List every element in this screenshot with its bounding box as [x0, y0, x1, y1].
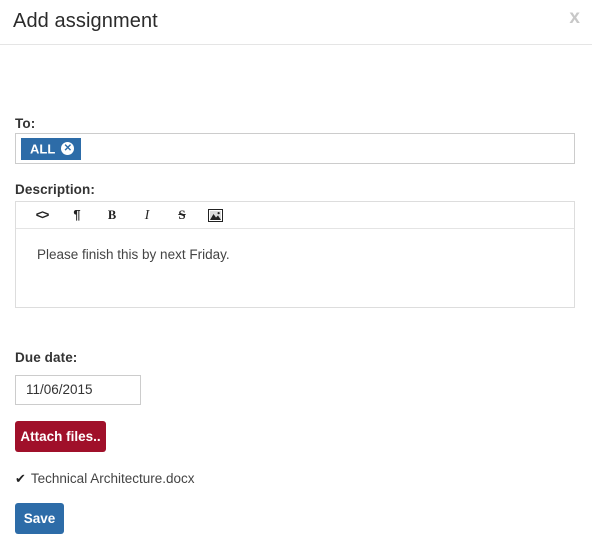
save-button[interactable]: Save — [15, 503, 64, 534]
to-label: To: — [15, 116, 36, 131]
description-input[interactable]: Please finish this by next Friday. — [16, 229, 574, 308]
code-icon[interactable]: <> — [29, 202, 55, 228]
recipient-tag-all[interactable]: ALL ✕ — [21, 138, 82, 160]
image-icon[interactable] — [202, 202, 228, 228]
attached-file-name: Technical Architecture.docx — [30, 471, 195, 486]
attach-files-button[interactable]: Attach files.. — [15, 421, 106, 452]
description-editor: <> ¶ B I S Please finish this by next Fr… — [15, 201, 575, 308]
page-title: Add assignment — [13, 10, 158, 32]
recipient-tag-label: ALL — [30, 141, 56, 157]
strikethrough-icon[interactable]: S — [169, 202, 195, 228]
attached-file-item[interactable]: ✔ Technical Architecture.docx — [15, 470, 195, 488]
description-label: Description: — [15, 182, 95, 197]
due-date-label: Due date: — [15, 350, 78, 365]
italic-icon[interactable]: I — [134, 202, 160, 228]
add-assignment-dialog: Add assignment x To: ALL ✕ Description: <… — [0, 0, 592, 534]
check-icon: ✔ — [15, 471, 26, 486]
editor-toolbar: <> ¶ B I S — [16, 202, 574, 229]
close-icon[interactable]: x — [569, 8, 580, 28]
bold-icon[interactable]: B — [99, 202, 125, 228]
dialog-header: Add assignment x — [0, 0, 592, 45]
remove-tag-icon[interactable]: ✕ — [61, 142, 75, 156]
due-date-input[interactable]: 11/06/2015 — [15, 375, 141, 405]
to-input[interactable]: ALL ✕ — [15, 133, 575, 164]
paragraph-icon[interactable]: ¶ — [64, 202, 90, 228]
